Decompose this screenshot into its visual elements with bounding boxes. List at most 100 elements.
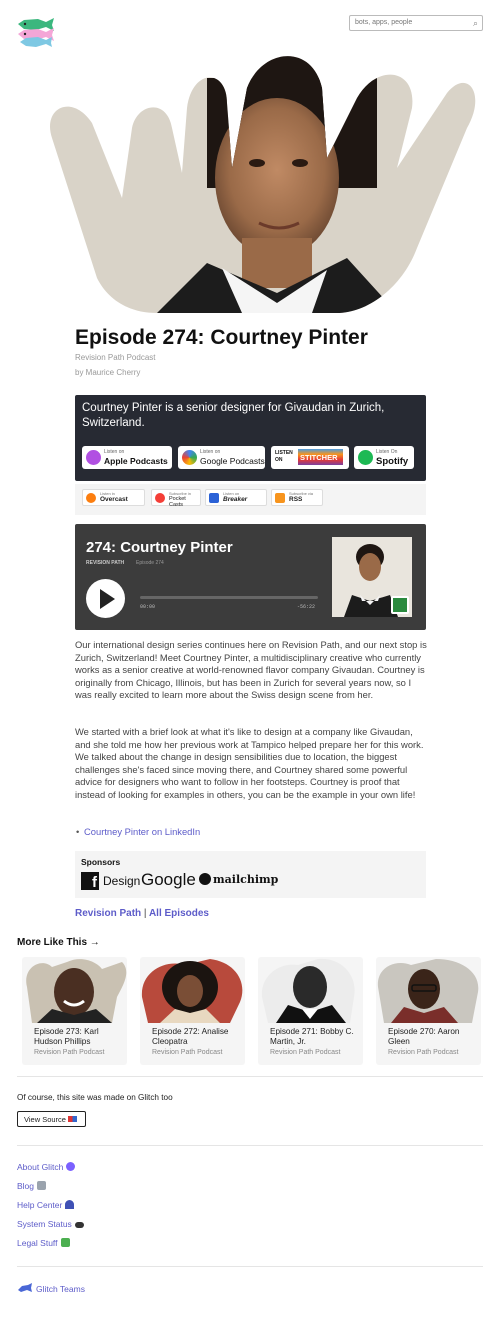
- player-show: REVISION PATH: [86, 560, 125, 566]
- view-source-label: View Source: [24, 1115, 66, 1124]
- badge-big-text: Spotify: [376, 456, 409, 467]
- card-portrait-image: [141, 959, 243, 1023]
- card-title: Episode 271: Bobby C. Martin, Jr.: [270, 1027, 354, 1046]
- facebook-icon[interactable]: f: [81, 872, 99, 891]
- divider: [17, 1266, 483, 1267]
- made-on-glitch-text: Of course, this site was made on Glitch …: [17, 1093, 173, 1102]
- show-name[interactable]: Revision Path Podcast: [75, 353, 156, 362]
- rss-icon: [275, 493, 285, 503]
- footer-link-blog[interactable]: Blog: [17, 1181, 47, 1191]
- view-source-button[interactable]: View Source: [17, 1111, 86, 1127]
- glitch-fish-logo[interactable]: [16, 16, 56, 48]
- overcast-icon: [86, 493, 96, 503]
- overcast-badge[interactable]: Listen in Overcast: [82, 489, 145, 506]
- divider: [17, 1145, 483, 1146]
- card-title: Episode 270: Aaron Gleen: [388, 1027, 460, 1046]
- revision-path-badge-icon: [391, 596, 409, 614]
- card-title: Episode 273: Karl Hudson Phillips: [34, 1027, 99, 1046]
- glitch-teams-link[interactable]: Glitch Teams: [17, 1283, 85, 1294]
- pocket-casts-badge[interactable]: Subscribe in Pocket Casts: [151, 489, 201, 508]
- card-show: Revision Path Podcast: [152, 1049, 223, 1056]
- revision-path-link[interactable]: Revision Path: [75, 908, 141, 919]
- episode-card[interactable]: Episode 272: Analise Cleopatra Revision …: [140, 957, 245, 1065]
- spotify-badge[interactable]: Listen On Spotify: [354, 446, 414, 469]
- mailchimp-label: mailchimp: [213, 873, 279, 886]
- footer-link-label: Blog: [17, 1181, 35, 1191]
- breaker-badge[interactable]: Listen on Breaker: [205, 489, 267, 506]
- badge-small-text: LISTEN ON: [275, 450, 293, 463]
- umbrella-icon: [65, 1200, 75, 1209]
- embed-description: Courtney Pinter is a senior designer for…: [82, 402, 385, 429]
- body-paragraph: We started with a brief look at what it'…: [75, 726, 424, 800]
- player-title: 274: Courtney Pinter: [86, 539, 233, 556]
- glitch-emoji-icon: [66, 1162, 76, 1171]
- footer-link-legal[interactable]: Legal Stuff: [17, 1238, 70, 1248]
- spotify-icon: [358, 450, 373, 465]
- rss-badge[interactable]: Subscribe via RSS: [271, 489, 323, 506]
- body-paragraph: Our international design series continue…: [75, 639, 427, 700]
- google-sponsor[interactable]: Google: [141, 870, 196, 890]
- footer-link-label: System Status: [17, 1219, 72, 1229]
- linkedin-link[interactable]: Courtney Pinter on LinkedIn: [76, 826, 200, 837]
- episode-card[interactable]: Episode 270: Aaron Gleen Revision Path P…: [376, 957, 481, 1065]
- google-podcasts-icon: [182, 450, 197, 465]
- badge-big-text: RSS: [289, 496, 303, 503]
- google-podcasts-badge[interactable]: Listen on Google Podcasts: [178, 446, 265, 469]
- episode-artwork: [332, 537, 412, 617]
- footer-link-about[interactable]: About Glitch: [17, 1162, 76, 1172]
- status-icon: [74, 1222, 84, 1228]
- magnifier-icon[interactable]: ⌕: [473, 18, 478, 29]
- pocket-casts-icon: [155, 493, 165, 503]
- footer-link-label: About Glitch: [17, 1162, 64, 1172]
- hero-portrait-image: [50, 56, 476, 313]
- badge-big-text: STITCHER: [300, 453, 338, 462]
- badge-big-text: Overcast: [100, 496, 128, 503]
- play-button[interactable]: [86, 579, 125, 618]
- badge-big-text: Breaker: [223, 496, 248, 503]
- badge-big-text: Google Podcasts: [200, 456, 265, 466]
- badge-small-text: Listen On: [376, 449, 398, 455]
- fish-icon: [18, 1283, 32, 1292]
- breaker-icon: [209, 493, 219, 503]
- byline: by Maurice Cherry: [75, 368, 141, 377]
- apple-podcasts-icon: [86, 450, 101, 465]
- bottom-links: Revision Path | All Episodes: [75, 908, 209, 919]
- search-input[interactable]: bots, apps, people ⌕: [349, 15, 483, 31]
- card-title: Episode 272: Analise Cleopatra: [152, 1027, 229, 1046]
- glitch-teams-label: Glitch Teams: [36, 1284, 85, 1294]
- sponsors-heading: Sponsors: [81, 857, 121, 867]
- audio-player: 274: Courtney Pinter REVISION PATH Episo…: [75, 524, 426, 630]
- stitcher-badge[interactable]: LISTEN ON STITCHER: [271, 446, 349, 469]
- card-show: Revision Path Podcast: [388, 1049, 459, 1056]
- time-elapsed: 00:00: [140, 604, 156, 610]
- all-episodes-link[interactable]: All Episodes: [149, 908, 209, 919]
- legal-icon: [60, 1238, 70, 1247]
- apple-podcasts-badge[interactable]: Listen on Apple Podcasts: [82, 446, 172, 469]
- episode-card[interactable]: Episode 273: Karl Hudson Phillips Revisi…: [22, 957, 127, 1065]
- flags-icon: [68, 1116, 78, 1122]
- link-separator: |: [143, 908, 147, 919]
- footer-link-label: Legal Stuff: [17, 1238, 58, 1248]
- player-episode: Episode 274: [136, 560, 164, 566]
- sponsors-box: Sponsors f Design Google mailchimp: [75, 851, 426, 898]
- footer-link-help[interactable]: Help Center: [17, 1200, 75, 1210]
- card-show: Revision Path Podcast: [270, 1049, 341, 1056]
- badge-small-text: Listen on: [200, 449, 221, 455]
- episode-card[interactable]: Episode 271: Bobby C. Martin, Jr. Revisi…: [258, 957, 363, 1065]
- more-like-this-heading[interactable]: More Like This →: [17, 937, 100, 948]
- card-portrait-image: [26, 959, 127, 1023]
- search-placeholder: bots, apps, people: [355, 19, 413, 26]
- podcast-apps-row: Listen in Overcast Subscribe in Pocket C…: [75, 484, 426, 515]
- footer-link-label: Help Center: [17, 1200, 63, 1210]
- mailchimp-sponsor[interactable]: mailchimp: [199, 873, 278, 886]
- play-icon: [100, 589, 115, 609]
- progress-bar[interactable]: [140, 596, 318, 599]
- facebook-design-sponsor[interactable]: Design: [103, 874, 140, 888]
- badge-small-text: Listen on: [104, 449, 125, 455]
- badge-big-text: Pocket Casts: [169, 496, 186, 508]
- divider: [17, 1076, 483, 1077]
- card-portrait-image: [261, 958, 355, 1023]
- card-portrait-image: [377, 959, 479, 1023]
- footer-link-status[interactable]: System Status: [17, 1219, 84, 1229]
- podcast-embed-card: Courtney Pinter is a senior designer for…: [75, 395, 426, 481]
